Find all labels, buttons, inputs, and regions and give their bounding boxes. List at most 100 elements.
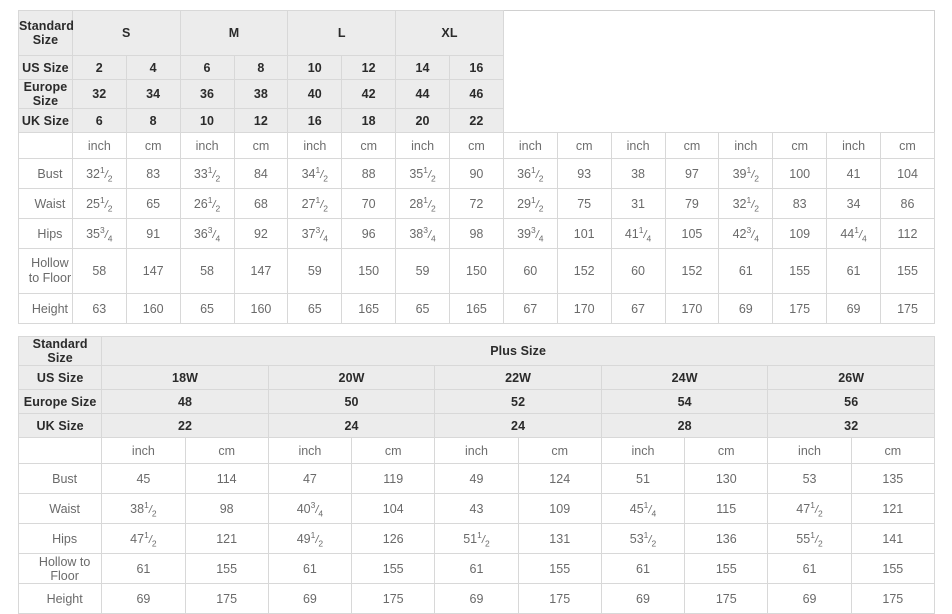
size-group-l: L	[287, 10, 397, 56]
standard-measurement-row: Height 63 160 65 160 65 165 65 165 67 170 67 170 69 17…	[18, 293, 935, 324]
uk-size-cell: 20	[395, 108, 450, 133]
plus-measurement-row: Hips 471/2 121 491/2 126 511/2 131 531/2 136 551/…	[17, 523, 936, 554]
plus-size-table: Standard Size Plus Size US Size 18W 20W …	[17, 336, 936, 614]
measurement-value-cell: 105	[664, 218, 720, 249]
measurement-value-cell: 51	[600, 463, 686, 494]
unit-header-cell: inch	[502, 132, 558, 159]
plus-europe-size-cell: 50	[267, 389, 436, 414]
plus-us-size-cell: 18W	[101, 365, 269, 390]
measurement-value-cell: 65	[287, 293, 343, 324]
standard-unit-row: inch cm inch cm inch cm inch cm inch cm inch cm inch…	[18, 132, 935, 159]
measurement-row-label: Height	[18, 293, 73, 324]
unit-header-cell: cm	[772, 132, 828, 159]
measurement-value-cell: 363/4	[179, 218, 235, 249]
unit-header-cell: inch	[395, 132, 450, 159]
standard-us-size-row: US Size 2 4 6 8 10 12 14 16	[18, 55, 935, 80]
measurement-value-cell: 531/2	[600, 523, 686, 554]
plus-uk-size-cell: 28	[600, 413, 769, 438]
standard-measurement-row: Hollow to Floor 58 147 58 147 59 150 59 150 60 152…	[18, 248, 935, 294]
plus-uk-size-cell: 24	[434, 413, 602, 438]
measurement-value-cell: 351/2	[395, 158, 450, 189]
plus-size-group-label: Plus Size	[101, 336, 935, 366]
uk-size-cell: 12	[233, 108, 289, 133]
measurement-value-cell: 152	[664, 248, 720, 294]
measurement-value-cell: 291/2	[502, 188, 558, 219]
measurement-value-cell: 92	[233, 218, 289, 249]
table-gap	[18, 324, 935, 336]
measurement-value-cell: 373/4	[287, 218, 343, 249]
plus-us-size-row: US Size 18W 20W 22W 24W 26W	[17, 365, 935, 390]
plus-europe-size-row: Europe Size 48 50 52 54 56	[17, 389, 935, 414]
measurement-value-cell: 88	[341, 158, 397, 189]
measurement-value-cell: 361/2	[502, 158, 558, 189]
unit-header-cell: cm	[880, 132, 935, 159]
measurement-row-label: Waist	[17, 493, 103, 524]
measurement-value-cell: 150	[341, 248, 397, 294]
us-size-cell: 6	[179, 55, 235, 80]
measurement-value-cell: 91	[125, 218, 181, 249]
europe-size-cell: 34	[125, 79, 181, 109]
measurement-value-cell: 104	[351, 493, 436, 524]
uk-size-cell: 6	[71, 108, 127, 133]
measurement-value-cell: 86	[880, 188, 935, 219]
standard-measurement-row: Bust 321/2 83 331/2 84 341/2 88 351/2 90 361/2 93 3…	[18, 158, 935, 189]
standard-measurement-row: Waist 251/2 65 261/2 68 271/2 70 281/2 72 291/2 75…	[18, 188, 935, 219]
measurement-value-cell: 98	[184, 493, 269, 524]
unit-row-corner	[18, 132, 73, 159]
measurement-value-cell: 98	[449, 218, 504, 249]
europe-size-cell: 32	[71, 79, 127, 109]
measurement-value-cell: 61	[267, 553, 353, 584]
measurement-value-cell: 72	[449, 188, 504, 219]
unit-header-cell: inch	[718, 132, 774, 159]
measurement-value-cell: 84	[233, 158, 289, 189]
unit-header-cell: inch	[179, 132, 235, 159]
size-chart-page: Standard Size S M L XL US Size 2 4 6 8 1…	[0, 0, 952, 614]
measurement-value-cell: 119	[351, 463, 436, 494]
measurement-value-cell: 126	[351, 523, 436, 554]
plus-europe-size-cell: 48	[101, 389, 269, 414]
measurement-value-cell: 61	[826, 248, 881, 294]
europe-size-cell: 44	[395, 79, 450, 109]
measurement-value-cell: 115	[684, 493, 769, 524]
unit-header-cell: inch	[826, 132, 881, 159]
measurement-value-cell: 155	[351, 553, 436, 584]
measurement-value-cell: 471/2	[101, 523, 186, 554]
measurement-value-cell: 63	[71, 293, 127, 324]
measurement-value-cell: 79	[664, 188, 720, 219]
measurement-value-cell: 147	[233, 248, 289, 294]
measurement-value-cell: 321/2	[718, 188, 774, 219]
measurement-value-cell: 152	[556, 248, 612, 294]
unit-header-cell: cm	[684, 437, 769, 464]
plus-us-size-cell: 20W	[267, 365, 436, 390]
unit-header-cell: cm	[125, 132, 181, 159]
measurement-value-cell: 97	[664, 158, 720, 189]
measurement-value-cell: 124	[517, 463, 602, 494]
row-label-us-size: US Size	[17, 365, 103, 390]
measurement-value-cell: 61	[101, 553, 186, 584]
measurement-value-cell: 131	[517, 523, 602, 554]
measurement-value-cell: 136	[684, 523, 769, 554]
measurement-value-cell: 147	[125, 248, 181, 294]
plus-group-header-row: Standard Size Plus Size	[17, 336, 935, 366]
size-group-m: M	[179, 10, 289, 56]
standard-size-table: Standard Size S M L XL US Size 2 4 6 8 1…	[18, 10, 935, 324]
plus-measurement-row: Waist 381/2 98 403/4 104 43 109 451/4 115 471/2 12…	[17, 493, 936, 524]
unit-header-cell: cm	[449, 132, 504, 159]
us-size-cell: 2	[71, 55, 127, 80]
europe-size-cell: 36	[179, 79, 235, 109]
plus-uk-size-cell: 24	[267, 413, 436, 438]
measurement-value-cell: 49	[434, 463, 519, 494]
unit-header-cell: inch	[600, 437, 686, 464]
unit-header-cell: inch	[287, 132, 343, 159]
unit-header-cell: cm	[233, 132, 289, 159]
measurement-value-cell: 511/2	[434, 523, 519, 554]
uk-size-cell: 10	[179, 108, 235, 133]
measurement-value-cell: 70	[341, 188, 397, 219]
measurement-value-cell: 96	[341, 218, 397, 249]
measurement-value-cell: 160	[233, 293, 289, 324]
plus-uk-size-row: UK Size 22 24 24 28 32	[17, 413, 935, 438]
measurement-value-cell: 61	[434, 553, 519, 584]
measurement-value-cell: 381/2	[101, 493, 186, 524]
measurement-value-cell: 251/2	[71, 188, 127, 219]
us-size-cell: 4	[125, 55, 181, 80]
